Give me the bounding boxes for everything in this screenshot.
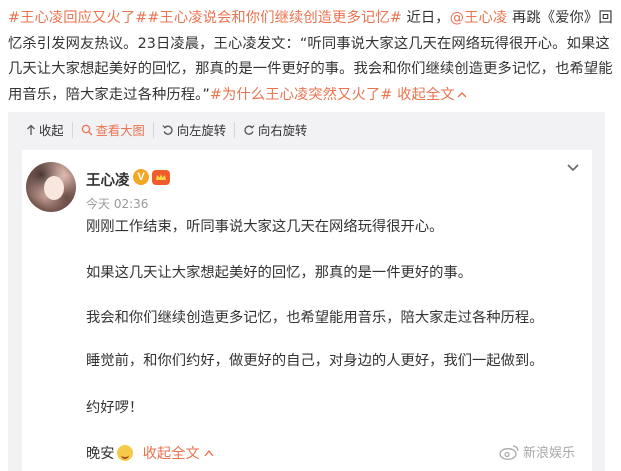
search-icon (81, 124, 93, 136)
post-time: 今天 02:36 (86, 197, 149, 211)
image-toolbar: 收起 查看大图 向左旋转 向右旋转 (8, 112, 605, 148)
collapse-up-icon (26, 124, 36, 136)
chevron-down-icon (567, 164, 579, 172)
chevron-up-icon (457, 91, 467, 97)
collapse-image-button[interactable]: 收起 (26, 122, 72, 138)
crown-icon (152, 170, 170, 185)
rotate-right-label: 向右旋转 (258, 124, 308, 138)
rotate-right-icon (243, 124, 255, 136)
avatar-face (44, 176, 64, 200)
signoff-text: 晚安 (86, 446, 115, 462)
hashtag-wangxinling-response[interactable]: #王心凌回应又火了# (8, 10, 147, 26)
avatar (26, 162, 76, 212)
hashtag-why-popular-again[interactable]: #为什么王心凌突然又火了# (210, 87, 393, 103)
view-large-image-label: 查看大图 (95, 124, 145, 138)
author-name: 王心凌 (86, 173, 130, 189)
watermark-text: 新浪娱乐 (523, 446, 576, 461)
image-collapse-fulltext: 收起全文 (142, 446, 200, 462)
sleepy-emoji-icon (116, 444, 133, 461)
image-paragraph-5: 约好啰！ (86, 400, 144, 416)
hashtag-create-more-memories[interactable]: #王心凌说会和你们继续创造更多记忆# (147, 10, 402, 26)
rotate-right-button[interactable]: 向右旋转 (234, 122, 315, 138)
collapse-fulltext-label: 收起全文 (392, 86, 455, 103)
image-paragraph-4: 睡觉前，和你们约好，做更好的自己，对身边的人更好，我们一起做到。 (86, 353, 544, 369)
collapse-fulltext-link[interactable]: 收起全文 (392, 86, 467, 103)
image-paragraph-3: 我会和你们继续创造更多记忆，也希望能用音乐，陪大家走过各种历程。 (86, 310, 544, 326)
image-paragraph-2: 如果这几天让大家想起美好的回忆，那真的是一件更好的事。 (86, 265, 473, 281)
rotate-left-label: 向左旋转 (176, 124, 227, 138)
image-paragraph-1: 刚刚工作结束，听同事说大家这几天在网络玩得很开心。 (86, 219, 444, 235)
chevron-up-icon (204, 449, 214, 456)
post-text-intro: 近日， (401, 10, 450, 26)
collapse-image-label: 收起 (39, 124, 64, 138)
weibo-logo-icon (499, 444, 519, 460)
rotate-left-button[interactable]: 向左旋转 (152, 122, 234, 138)
mention-wangxinling[interactable]: @王心凌 (450, 10, 508, 26)
post-text: #王心凌回应又火了##王心凌说会和你们继续创造更多记忆# 近日，@王心凌 再跳《… (8, 6, 614, 108)
view-large-image-button[interactable]: 查看大图 (71, 122, 153, 138)
image-footer: 晚安 收起全文 (86, 442, 214, 463)
verified-badge: V (133, 169, 149, 185)
rotate-left-icon (162, 124, 174, 136)
sina-ent-watermark: 新浪娱乐 (499, 442, 575, 461)
